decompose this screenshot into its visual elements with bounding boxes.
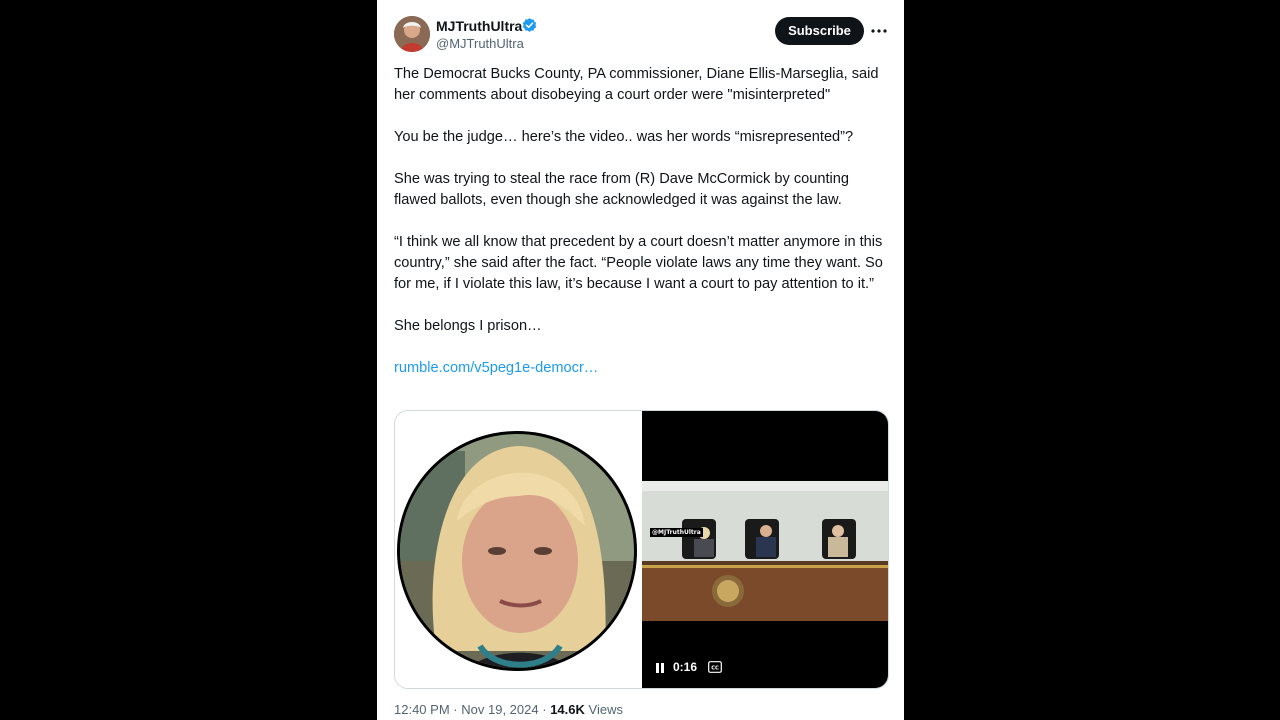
tweet-paragraph: The Democrat Bucks County, PA commission… xyxy=(394,66,883,103)
video-frame xyxy=(642,481,888,621)
tweet-date[interactable]: Nov 19, 2024 xyxy=(461,702,538,717)
subscribe-button[interactable]: Subscribe xyxy=(775,17,864,45)
tweet-time[interactable]: 12:40 PM xyxy=(394,702,450,717)
views-label: Views xyxy=(588,702,623,717)
tweet-paragraph: She was trying to steal the race from (R… xyxy=(394,171,854,208)
avatar[interactable] xyxy=(394,16,430,52)
verified-badge-icon xyxy=(522,18,537,32)
tweet-media[interactable]: @MJTruthUltra 0:16 CC xyxy=(394,410,889,689)
tweet-paragraph: “I think we all know that precedent by a… xyxy=(394,234,887,292)
more-options-button[interactable] xyxy=(868,20,890,42)
author-name[interactable]: MJTruthUltra xyxy=(436,17,522,35)
portrait-thumbnail xyxy=(395,411,642,688)
views-count: 14.6K xyxy=(550,702,585,717)
video-watermark: @MJTruthUltra xyxy=(650,528,703,537)
tweet-link[interactable]: rumble.com/v5peg1e-democr… xyxy=(394,360,598,376)
tweet-meta: 12:40 PM · Nov 19, 2024 · 14.6K Views xyxy=(394,702,623,718)
video-player[interactable]: @MJTruthUltra 0:16 CC xyxy=(642,411,888,688)
meta-separator: · xyxy=(542,702,547,717)
closed-captions-icon[interactable]: CC xyxy=(708,661,722,673)
tweet-paragraph: You be the judge… here’s the video.. was… xyxy=(394,129,854,145)
tweet-card: MJTruthUltra @MJTruthUltra Subscribe The… xyxy=(377,0,904,720)
tweet-paragraph: She belongs I prison… xyxy=(394,318,542,334)
tweet-text: The Democrat Bucks County, PA commission… xyxy=(394,64,890,400)
meta-separator: · xyxy=(453,702,458,717)
avatar-image xyxy=(394,16,430,52)
pause-icon[interactable] xyxy=(654,662,666,674)
author-handle[interactable]: @MJTruthUltra xyxy=(436,35,524,52)
svg-text:CC: CC xyxy=(711,665,719,671)
video-time: 0:16 xyxy=(673,660,698,674)
page-background: MJTruthUltra @MJTruthUltra Subscribe The… xyxy=(0,0,1280,720)
portrait-image xyxy=(397,431,637,671)
more-horizontal-icon xyxy=(871,29,887,33)
